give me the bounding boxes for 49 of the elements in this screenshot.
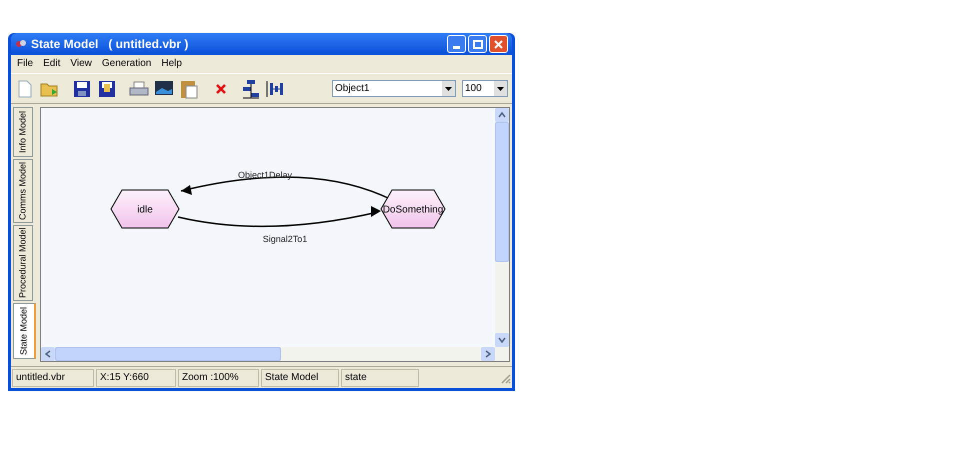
printer-icon <box>129 80 149 96</box>
page-icon <box>18 80 32 98</box>
side-tab[interactable]: Info Model <box>13 107 33 157</box>
scroll-left-icon <box>41 347 55 361</box>
minimize-button[interactable] <box>447 35 466 53</box>
scroll-up-icon <box>495 108 509 122</box>
menu-item[interactable]: Help <box>157 57 186 71</box>
status-field: untitled.vbr <box>12 368 94 386</box>
maximize-button[interactable] <box>468 35 487 53</box>
scroll-down-icon <box>495 333 509 347</box>
menu-item[interactable]: Generation <box>98 57 156 71</box>
side-tab[interactable]: Procedural Model <box>13 225 33 301</box>
menu-item[interactable]: View <box>66 57 96 71</box>
folder-icon <box>40 80 60 96</box>
transition-label: Signal2To1 <box>262 234 308 244</box>
combo-value: Object1 <box>334 82 370 96</box>
state-node: DoSomething <box>380 190 446 228</box>
scrollbar-thumb[interactable] <box>55 347 281 361</box>
floppy-icon <box>73 80 91 98</box>
object-combo[interactable]: Object1 <box>332 80 456 97</box>
app-icon <box>15 38 27 50</box>
horizontal-scrollbar[interactable] <box>41 347 509 361</box>
transition-label: Object1Delay <box>238 170 292 180</box>
maximize-icon <box>472 40 482 48</box>
status-field: State Model <box>261 368 339 386</box>
close-button[interactable] <box>489 35 508 53</box>
resize-grip-icon <box>499 372 511 384</box>
side-tab[interactable]: Comms Model <box>13 159 33 223</box>
bars-icon <box>266 80 286 98</box>
side-tab[interactable]: State Model <box>13 303 36 359</box>
status-field: state <box>341 368 419 386</box>
scroll-right-icon <box>481 347 495 361</box>
window-title: State Model ( untitled.vbr ) <box>31 36 188 53</box>
menu-item[interactable]: File <box>13 57 38 71</box>
floppy-icon <box>98 80 116 98</box>
vertical-scrollbar[interactable] <box>495 108 509 347</box>
state-node: idle <box>110 190 180 228</box>
cross-icon <box>216 84 226 94</box>
menu-item[interactable]: Edit <box>39 57 64 71</box>
combo-value: 100 <box>464 82 483 96</box>
clipboard-icon <box>180 78 198 98</box>
status-field: Zoom :100% <box>178 368 259 386</box>
minimize-icon <box>453 46 460 49</box>
status-field: X:15 Y:660 <box>96 368 176 386</box>
scrollbar-thumb[interactable] <box>495 122 509 262</box>
hierarchy-icon <box>242 78 260 98</box>
close-icon <box>494 40 503 48</box>
monitor-icon <box>154 80 174 98</box>
zoom-combo[interactable]: 100 <box>462 80 508 97</box>
